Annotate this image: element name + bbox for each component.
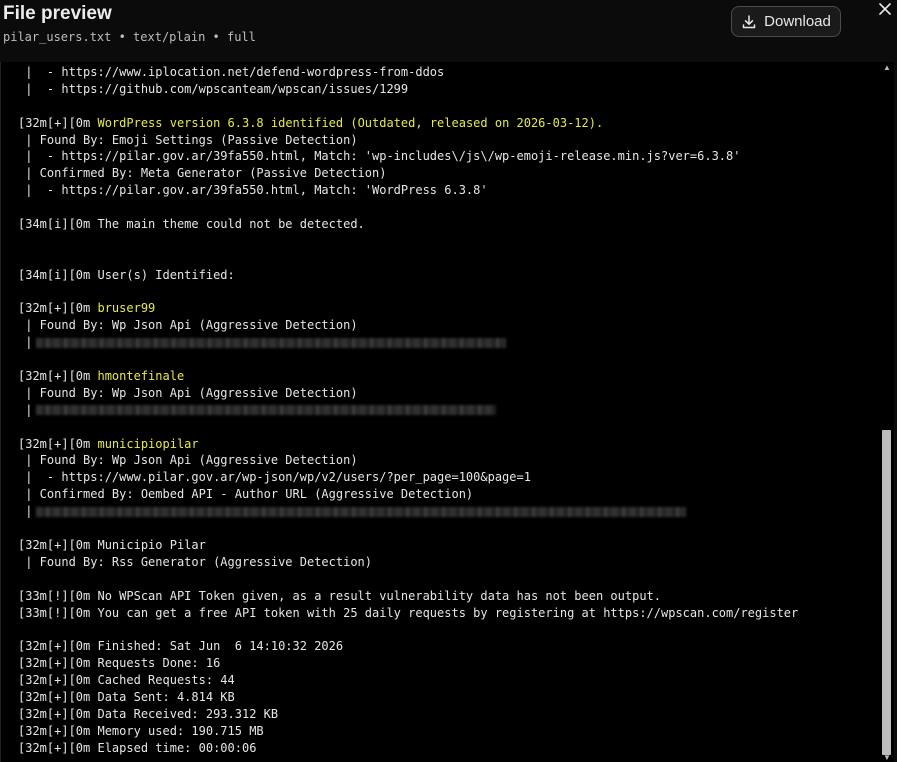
redacted-url bbox=[36, 405, 497, 416]
log-line: | - https://github.com/wpscanteam/wpscan… bbox=[18, 81, 798, 98]
log-line: [32m[+][0m Cached Requests: 44 bbox=[18, 672, 798, 689]
scroll-up-icon[interactable]: ▲ bbox=[883, 64, 891, 72]
log-line: | Found By: Wp Json Api (Aggressive Dete… bbox=[18, 385, 798, 402]
log-line: | bbox=[18, 402, 798, 419]
log-text: | Found By: Emoji Settings (Passive Dete… bbox=[18, 132, 358, 147]
log-line: | Found By: Wp Json Api (Aggressive Dete… bbox=[18, 452, 798, 469]
log-text: | Found By: Wp Json Api (Aggressive Dete… bbox=[18, 385, 358, 400]
log-highlight: hmontefinale bbox=[97, 369, 185, 384]
log-line: [32m[+][0m Finished: Sat Jun 6 14:10:32 … bbox=[18, 638, 798, 655]
scroll-down-icon[interactable]: ▼ bbox=[883, 754, 891, 762]
log-line: [34m[i][0m The main theme could not be d… bbox=[18, 216, 798, 233]
log-text: | Confirmed By: Oembed API - Author URL … bbox=[18, 487, 474, 502]
log-prefix: [32m[+][0m bbox=[18, 436, 98, 451]
log-line: [32m[+][0m Elapsed time: 00:00:06 bbox=[18, 740, 798, 757]
page-title: File preview bbox=[3, 3, 112, 24]
log-prefix: [32m[+][0m bbox=[18, 369, 98, 384]
log-line: [33m[!][0m No WPScan API Token given, as… bbox=[18, 588, 798, 605]
log-text: | Found By: Rss Generator (Aggressive De… bbox=[18, 554, 373, 569]
log-line: | bbox=[18, 503, 798, 520]
file-text: | - https://www.iplocation.net/defend-wo… bbox=[18, 64, 798, 757]
log-line: | - https://www.pilar.gov.ar/wp-json/wp/… bbox=[18, 469, 798, 486]
redacted-url bbox=[36, 337, 507, 348]
log-highlight: municipiopilar bbox=[97, 436, 199, 451]
preview-header: File preview pilar_users.txt • text/plai… bbox=[0, 0, 897, 62]
log-line: [32m[+][0m Memory used: 190.715 MB bbox=[18, 723, 798, 740]
scrollbar-thumb[interactable] bbox=[882, 430, 891, 755]
log-text: | - https://pilar.gov.ar/39fa550.html, M… bbox=[18, 149, 741, 164]
log-text: | bbox=[18, 335, 33, 350]
log-text: [33m[!][0m You can get a free API token … bbox=[18, 605, 799, 620]
download-label: Download bbox=[764, 13, 831, 30]
log-line: [32m[+][0m WordPress version 6.3.8 ident… bbox=[18, 115, 798, 132]
log-highlight: bruser99 bbox=[97, 301, 156, 316]
log-line: | Found By: Emoji Settings (Passive Dete… bbox=[18, 132, 798, 149]
download-button[interactable]: Download bbox=[731, 6, 841, 37]
close-button[interactable] bbox=[873, 0, 897, 23]
log-text: | bbox=[18, 504, 33, 519]
log-text: [33m[!][0m No WPScan API Token given, as… bbox=[18, 588, 661, 603]
log-line: [32m[+][0m Requests Done: 16 bbox=[18, 655, 798, 672]
log-line: [32m[+][0m hmontefinale bbox=[18, 368, 798, 385]
log-text: | - https://www.iplocation.net/defend-wo… bbox=[18, 65, 445, 79]
log-text: | Found By: Wp Json Api (Aggressive Dete… bbox=[18, 453, 358, 468]
log-text: [32m[+][0m Memory used: 190.715 MB bbox=[18, 723, 264, 738]
file-meta: pilar_users.txt • text/plain • full bbox=[3, 30, 256, 44]
log-prefix: [32m[+][0m bbox=[18, 115, 98, 130]
log-text: [32m[+][0m Data Received: 293.312 KB bbox=[18, 706, 279, 721]
log-line: [32m[+][0m Municipio Pilar bbox=[18, 537, 798, 554]
log-text: [32m[+][0m Data Sent: 4.814 KB bbox=[18, 689, 235, 704]
log-text: [34m[i][0m The main theme could not be d… bbox=[18, 217, 365, 232]
log-text: [34m[i][0m User(s) Identified: bbox=[18, 267, 235, 282]
redacted-url bbox=[36, 506, 687, 517]
log-text: [32m[+][0m Requests Done: 16 bbox=[18, 656, 221, 671]
log-line: | Confirmed By: Meta Generator (Passive … bbox=[18, 165, 798, 182]
log-text: | - https://www.pilar.gov.ar/wp-json/wp/… bbox=[18, 470, 531, 485]
file-content-viewer[interactable]: | - https://www.iplocation.net/defend-wo… bbox=[0, 62, 894, 762]
log-line: | Found By: Rss Generator (Aggressive De… bbox=[18, 554, 798, 571]
log-line: [33m[!][0m You can get a free API token … bbox=[18, 605, 798, 622]
log-line: | - https://pilar.gov.ar/39fa550.html, M… bbox=[18, 148, 798, 165]
download-icon bbox=[741, 14, 757, 30]
log-text: [32m[+][0m Municipio Pilar bbox=[18, 537, 206, 552]
log-prefix: [32m[+][0m bbox=[18, 301, 98, 316]
close-icon bbox=[878, 2, 892, 21]
log-text: | bbox=[18, 402, 33, 417]
log-line: | - https://www.iplocation.net/defend-wo… bbox=[18, 64, 798, 81]
log-text: | - https://github.com/wpscanteam/wpscan… bbox=[18, 81, 409, 96]
log-line: [32m[+][0m Data Sent: 4.814 KB bbox=[18, 689, 798, 706]
log-text: | Confirmed By: Meta Generator (Passive … bbox=[18, 166, 387, 181]
log-text: [32m[+][0m Elapsed time: 00:00:06 bbox=[18, 740, 257, 755]
log-line: [32m[+][0m municipiopilar bbox=[18, 436, 798, 453]
log-text: [32m[+][0m Cached Requests: 44 bbox=[18, 673, 235, 688]
log-text: [32m[+][0m Finished: Sat Jun 6 14:10:32 … bbox=[18, 639, 344, 654]
log-line: [32m[+][0m Data Received: 293.312 KB bbox=[18, 706, 798, 723]
log-text: | Found By: Wp Json Api (Aggressive Dete… bbox=[18, 318, 358, 333]
log-line: | Confirmed By: Oembed API - Author URL … bbox=[18, 486, 798, 503]
log-line: | - https://pilar.gov.ar/39fa550.html, M… bbox=[18, 182, 798, 199]
log-line: | Found By: Wp Json Api (Aggressive Dete… bbox=[18, 317, 798, 334]
log-text: | - https://pilar.gov.ar/39fa550.html, M… bbox=[18, 183, 488, 198]
log-highlight: WordPress version 6.3.8 identified (Outd… bbox=[97, 115, 604, 130]
log-line: | bbox=[18, 334, 798, 351]
log-line: [32m[+][0m bruser99 bbox=[18, 300, 798, 317]
log-line: [34m[i][0m User(s) Identified: bbox=[18, 267, 798, 284]
